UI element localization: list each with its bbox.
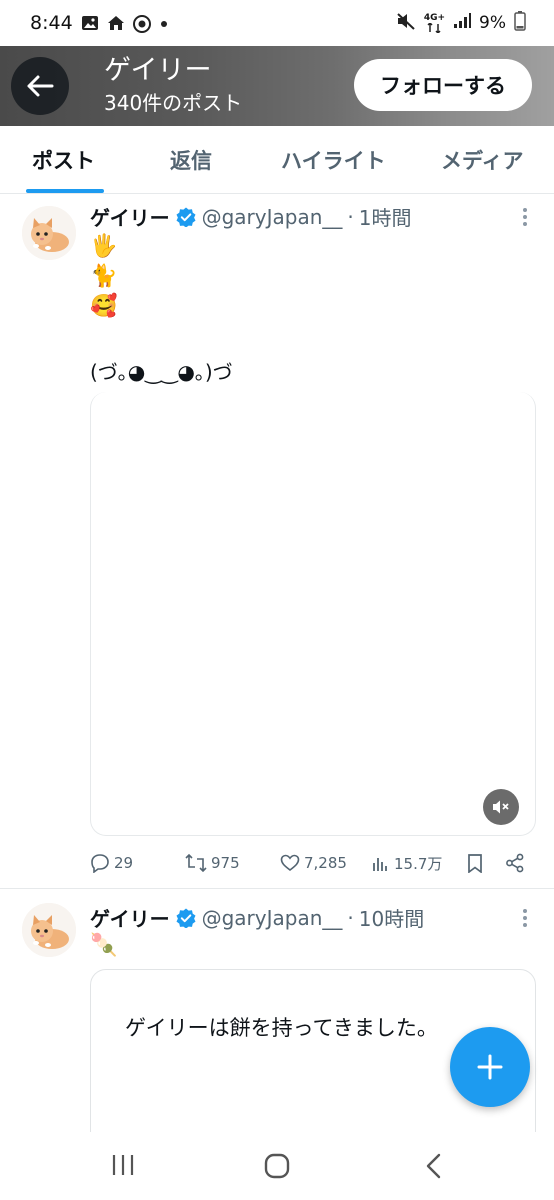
views-count: 15.7万 [394, 854, 443, 873]
post-count: 340件のポスト [104, 91, 243, 115]
plus-icon [477, 1054, 503, 1080]
views-button[interactable]: 15.7万 [372, 849, 442, 877]
tab-media-label: メディア [441, 149, 524, 173]
signal-icon [453, 12, 472, 34]
tweet-header: ゲイリー @garyJapan__ · 10時間 [90, 903, 424, 932]
more-options-icon[interactable] [522, 208, 528, 226]
tweet-actions: 29 975 7,285 15.7万 [90, 849, 530, 877]
reply-icon [91, 854, 109, 873]
bookmark-icon [468, 854, 482, 873]
retweet-count: 975 [211, 854, 240, 872]
profile-tabs: ポスト 返信 ハイライト メディア [0, 126, 554, 194]
data-arrows-icon: 4G+ [423, 12, 446, 33]
tab-media[interactable]: メディア [441, 126, 524, 194]
retweet-icon [185, 853, 207, 873]
profile-name: ゲイリー [104, 55, 212, 86]
status-bar: 8:44 4G+ 9% [0, 0, 554, 46]
gallery-icon [81, 15, 99, 31]
kitten-avatar-image [22, 903, 76, 957]
recent-apps-icon [112, 1155, 134, 1175]
more-options-icon[interactable] [522, 909, 528, 927]
mute-icon [396, 12, 416, 35]
tweet-time[interactable]: 1時間 [359, 202, 412, 231]
tweet-handle[interactable]: @garyJapan__ [202, 906, 343, 930]
bookmark-button[interactable] [466, 849, 484, 877]
share-button[interactable] [505, 849, 525, 877]
status-time: 8:44 [30, 12, 73, 34]
follow-button[interactable]: フォローする [354, 59, 532, 111]
heart-icon [280, 854, 300, 872]
back-nav-button[interactable] [422, 1152, 446, 1184]
emoji-dango: 🍡 [90, 933, 118, 958]
tweet-text: (づ｡◕‿‿◕｡)づ [90, 360, 233, 384]
arrow-left-icon [27, 75, 54, 97]
verified-badge-icon [176, 207, 196, 227]
home-icon [107, 15, 125, 31]
tweet-time[interactable]: 10時間 [359, 903, 424, 932]
separator-dot: · [347, 204, 354, 229]
profile-header: ゲイリー 340件のポスト フォローする [0, 46, 554, 126]
tweet-author-name[interactable]: ゲイリー [90, 202, 170, 231]
avatar[interactable] [22, 206, 76, 260]
recent-apps-button[interactable] [110, 1152, 136, 1182]
home-button[interactable] [263, 1152, 291, 1184]
tab-replies-label: 返信 [170, 149, 212, 173]
video-player[interactable] [90, 392, 536, 836]
battery-percent: 9% [479, 13, 506, 33]
tweet-handle[interactable]: @garyJapan__ [202, 205, 343, 229]
tweet-author-name[interactable]: ゲイリー [90, 903, 170, 932]
like-count: 7,285 [304, 854, 347, 872]
reply-count: 29 [114, 854, 134, 872]
like-button[interactable]: 7,285 [280, 849, 347, 877]
video-mute-button[interactable] [483, 789, 519, 825]
system-nav-bar [0, 1132, 554, 1200]
network-type: 4G+ [423, 12, 446, 23]
emoji-smile-hearts: 🥰 [90, 294, 118, 319]
chevron-left-icon [426, 1153, 441, 1179]
emoji-wave: 🖐 [90, 234, 118, 259]
volume-mute-icon [493, 800, 509, 814]
home-circle-icon [264, 1153, 290, 1179]
tab-posts[interactable]: ポスト [32, 126, 95, 194]
dot-icon [159, 15, 169, 31]
avatar[interactable] [22, 903, 76, 957]
tab-replies[interactable]: 返信 [170, 126, 212, 194]
active-tab-indicator [26, 189, 104, 193]
share-icon [506, 853, 524, 873]
reply-button[interactable]: 29 [90, 849, 133, 877]
quoted-card-text: ゲイリーは餅を持ってきました。 [125, 1016, 438, 1040]
emoji-cat: 🐈 [90, 264, 118, 289]
verified-badge-icon [176, 908, 196, 928]
tab-posts-label: ポスト [32, 149, 95, 173]
battery-icon [514, 10, 526, 36]
compose-button[interactable] [450, 1027, 530, 1107]
back-button[interactable] [11, 57, 69, 115]
tweet-header: ゲイリー @garyJapan__ · 1時間 [90, 202, 412, 231]
retweet-button[interactable]: 975 [185, 849, 240, 877]
separator-dot: · [347, 905, 354, 930]
kitten-avatar-image [22, 206, 76, 260]
views-icon [373, 858, 387, 871]
tab-highlights-label: ハイライト [281, 149, 386, 173]
chrome-icon [132, 15, 151, 33]
tab-highlights[interactable]: ハイライト [281, 126, 386, 194]
tweet[interactable]: ゲイリー @garyJapan__ · 1時間 🖐 🐈 🥰 (づ｡◕‿‿◕｡)づ… [0, 194, 554, 888]
